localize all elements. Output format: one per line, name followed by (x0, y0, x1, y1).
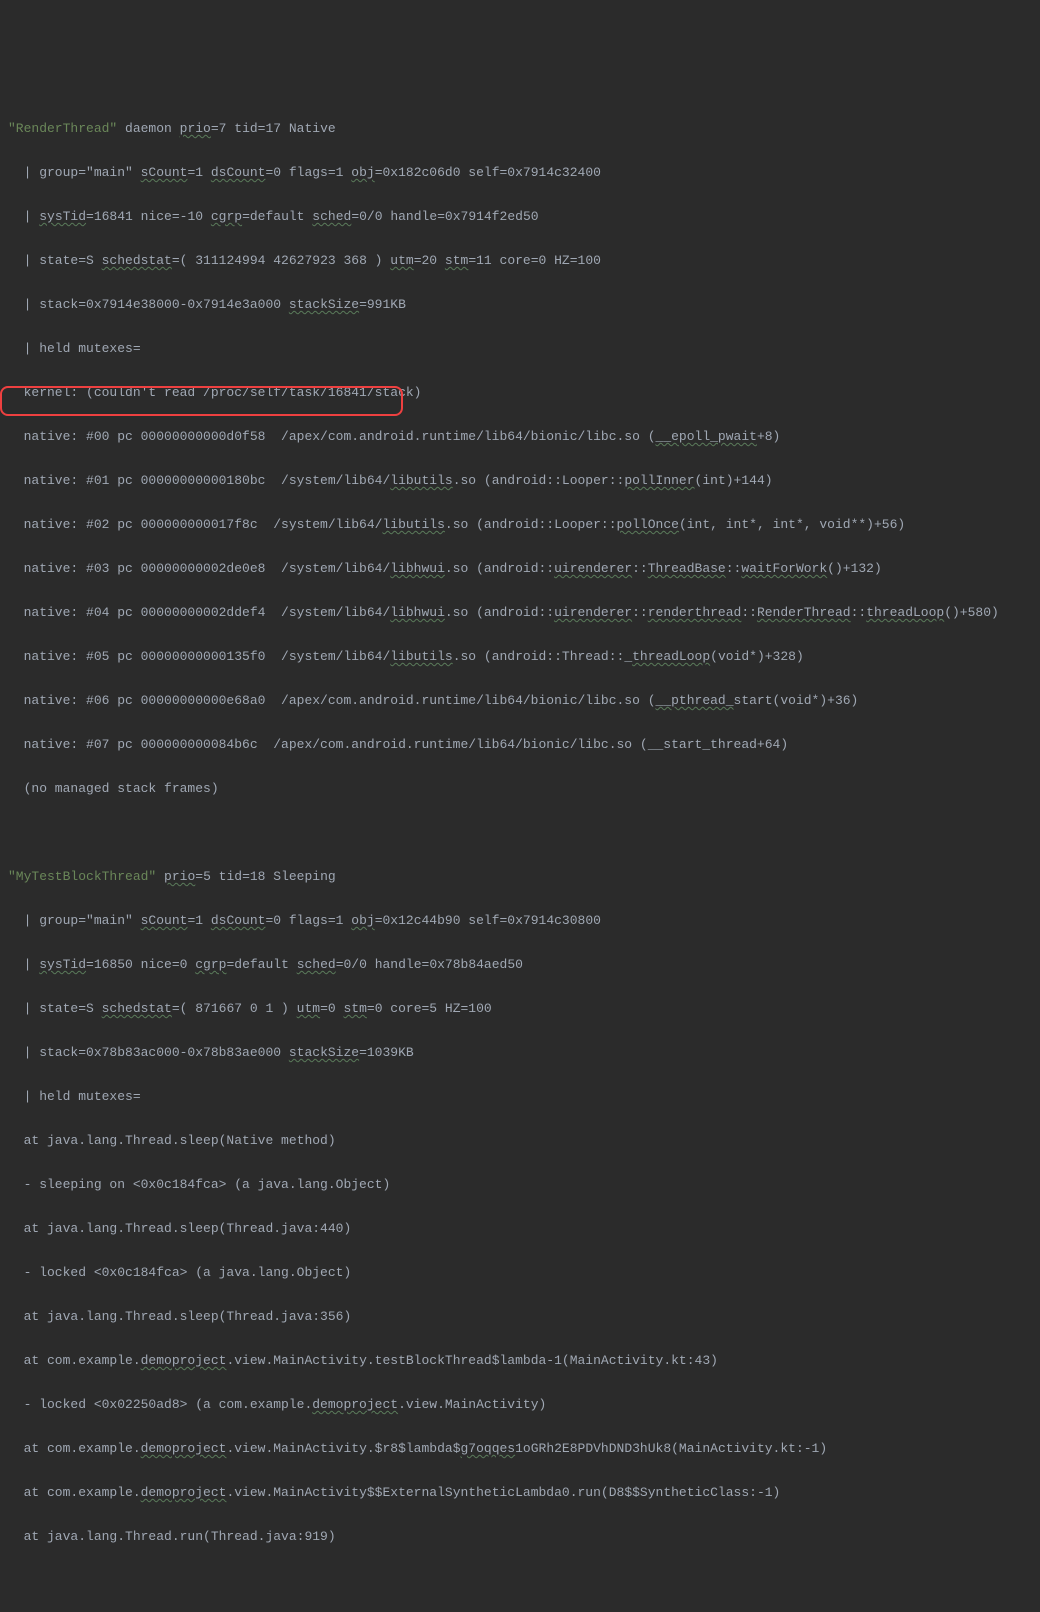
trace-line: at java.lang.Thread.sleep(Thread.java:35… (8, 1306, 1032, 1328)
thread-header-renderthread: "RenderThread" daemon prio=7 tid=17 Nati… (8, 118, 1032, 140)
trace-line: | stack=0x7914e38000-0x7914e3a000 stackS… (8, 294, 1032, 316)
trace-line: | held mutexes= (8, 1086, 1032, 1108)
blank-line (8, 1570, 1032, 1592)
trace-line: native: #03 pc 00000000002de0e8 /system/… (8, 558, 1032, 580)
trace-line: native: #01 pc 00000000000180bc /system/… (8, 470, 1032, 492)
trace-line: at java.lang.Thread.sleep(Native method) (8, 1130, 1032, 1152)
trace-line: - locked <0x02250ad8> (a com.example.dem… (8, 1394, 1032, 1416)
trace-line: | sysTid=16841 nice=-10 cgrp=default sch… (8, 206, 1032, 228)
trace-line: - locked <0x0c184fca> (a java.lang.Objec… (8, 1262, 1032, 1284)
trace-line: native: #06 pc 00000000000e68a0 /apex/co… (8, 690, 1032, 712)
trace-line: | state=S schedstat=( 871667 0 1 ) utm=0… (8, 998, 1032, 1020)
trace-line: | held mutexes= (8, 338, 1032, 360)
blank-line (8, 822, 1032, 844)
trace-line: at java.lang.Thread.sleep(Thread.java:44… (8, 1218, 1032, 1240)
trace-line: - sleeping on <0x0c184fca> (a java.lang.… (8, 1174, 1032, 1196)
trace-line: | state=S schedstat=( 311124994 42627923… (8, 250, 1032, 272)
trace-line: native: #04 pc 00000000002ddef4 /system/… (8, 602, 1032, 624)
trace-line: native: #00 pc 00000000000d0f58 /apex/co… (8, 426, 1032, 448)
trace-line: | group="main" sCount=1 dsCount=0 flags=… (8, 910, 1032, 932)
trace-line: (no managed stack frames) (8, 778, 1032, 800)
trace-line: | sysTid=16850 nice=0 cgrp=default sched… (8, 954, 1032, 976)
trace-line: | stack=0x78b83ac000-0x78b83ae000 stackS… (8, 1042, 1032, 1064)
trace-output: "RenderThread" daemon prio=7 tid=17 Nati… (8, 96, 1032, 1612)
trace-line: native: #07 pc 000000000084b6c /apex/com… (8, 734, 1032, 756)
thread-header-mytestblockthread: "MyTestBlockThread" prio=5 tid=18 Sleepi… (8, 866, 1032, 888)
trace-line: | group="main" sCount=1 dsCount=0 flags=… (8, 162, 1032, 184)
trace-line: native: #02 pc 000000000017f8c /system/l… (8, 514, 1032, 536)
trace-line: at java.lang.Thread.run(Thread.java:919) (8, 1526, 1032, 1548)
trace-line: kernel: (couldn't read /proc/self/task/1… (8, 382, 1032, 404)
trace-line: at com.example.demoproject.view.MainActi… (8, 1350, 1032, 1372)
trace-line: at com.example.demoproject.view.MainActi… (8, 1438, 1032, 1460)
trace-line: at com.example.demoproject.view.MainActi… (8, 1482, 1032, 1504)
trace-line: native: #05 pc 00000000000135f0 /system/… (8, 646, 1032, 668)
